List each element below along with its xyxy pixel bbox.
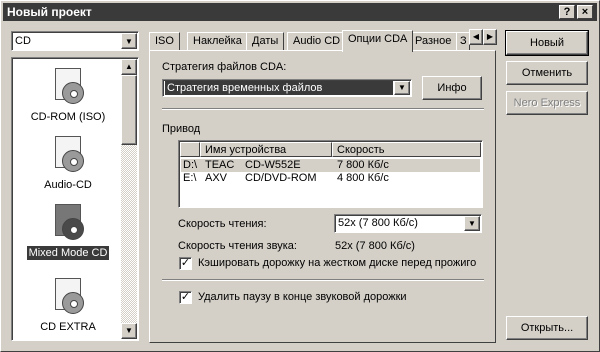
drive-vendor: AXV [205,172,228,184]
open-button[interactable]: Открыть... [506,316,588,340]
strategy-label: Стратегия файлов CDA: [162,61,287,73]
read-speed-select[interactable]: 52x (7 800 Кб/с) ▼ [334,214,482,233]
cache-checkbox-label[interactable]: Кэшировать дорожку на жестком диске пере… [198,257,490,269]
column-header-speed[interactable]: Скорость [332,142,481,157]
tab-cda-options[interactable]: Опции CDA [342,30,414,52]
list-item-label: CD-ROM (ISO) [30,111,106,123]
mixed-mode-cd-icon [51,204,85,242]
table-row[interactable]: E:\ AXV CD/DVD-ROM 4 800 Кб/с [181,172,480,185]
audio-speed-value: 52x (7 800 Кб/с) [335,240,415,252]
scroll-down-icon[interactable]: ▼ [121,323,137,339]
list-item-label: Audio-CD [44,179,92,191]
dialog-title: Новый проект [7,5,92,19]
tab-partial[interactable]: З [456,32,470,51]
drive-list[interactable]: Имя устройства Скорость D:\ TEAC CD-W552… [178,140,483,208]
media-type-value: CD [15,35,31,47]
strategy-select[interactable]: Стратегия временных файлов ▼ [162,79,412,97]
tab-audio-cd[interactable]: Audio CD [287,32,347,51]
cda-options-page: Стратегия файлов CDA: Стратегия временны… [149,50,496,343]
list-scrollbar[interactable]: ▲ ▼ [121,59,137,339]
chevron-down-icon[interactable]: ▼ [394,81,410,95]
title-bar[interactable]: Новый проект ? × [3,3,597,21]
list-item-cd-extra[interactable]: CD EXTRA [14,278,122,334]
tab-misc[interactable]: Разное [409,32,458,51]
audio-speed-label: Скорость чтения звука: [178,240,297,252]
nero-express-button[interactable]: Nero Express [506,91,588,115]
tab-scroll-left-icon[interactable]: ◀ [469,29,483,45]
drive-letter: D:\ [183,159,198,171]
help-button[interactable]: ? [559,5,575,19]
tab-label[interactable]: Наклейка [187,32,248,51]
drive-speed: 4 800 Кб/с [337,172,389,184]
read-speed-value: 52x (7 800 Кб/с) [338,217,418,229]
new-button[interactable]: Новый [505,30,589,56]
list-item-label: CD EXTRA [40,321,96,333]
column-header-blank[interactable] [180,142,200,157]
pause-checkbox-label[interactable]: Удалить паузу в конце звуковой дорожки [198,291,407,303]
chevron-down-icon[interactable]: ▼ [121,33,137,49]
tab-iso[interactable]: ISO [149,32,180,51]
cancel-button[interactable]: Отменить [506,61,588,85]
chevron-down-icon[interactable]: ▼ [464,216,480,231]
list-item-audio-cd[interactable]: Audio-CD [14,136,122,192]
cache-checkbox[interactable]: ✓ [179,257,192,270]
column-header-device[interactable]: Имя устройства [200,142,332,157]
scrollbar-thumb[interactable] [121,75,137,145]
tab-dates[interactable]: Даты [246,32,285,51]
drive-label: Привод [162,123,201,135]
cd-extra-icon [51,278,85,316]
list-item-mixed-mode-cd[interactable]: Mixed Mode CD [14,204,122,261]
drive-model: CD-W552E [245,159,301,171]
scroll-up-icon[interactable]: ▲ [121,59,137,75]
drive-letter: E:\ [183,172,197,184]
pause-checkbox[interactable]: ✓ [179,291,192,304]
tab-scroll-right-icon[interactable]: ▶ [483,29,497,45]
close-button[interactable]: × [577,5,593,19]
drive-model: CD/DVD-ROM [245,172,317,184]
media-type-select[interactable]: CD ▼ [11,31,139,51]
info-button[interactable]: Инфо [422,76,482,100]
strategy-value: Стратегия временных файлов [165,81,393,95]
divider [162,108,484,110]
drive-vendor: TEAC [205,159,235,171]
new-project-dialog: Новый проект ? × CD ▼ CD-ROM (ISO) Audio… [0,0,600,352]
list-item-cd-rom-iso[interactable]: CD-ROM (ISO) [14,68,122,124]
table-row[interactable]: D:\ TEAC CD-W552E 7 800 Кб/с [181,159,480,172]
audio-cd-icon [51,136,85,174]
list-item-label: Mixed Mode CD [25,245,111,261]
divider [162,279,484,281]
project-type-list[interactable]: CD-ROM (ISO) Audio-CD Mixed Mode CD CD E… [11,57,139,341]
read-speed-label: Скорость чтения: [178,218,267,230]
cd-rom-iso-icon [51,68,85,106]
drive-speed: 7 800 Кб/с [337,159,389,171]
